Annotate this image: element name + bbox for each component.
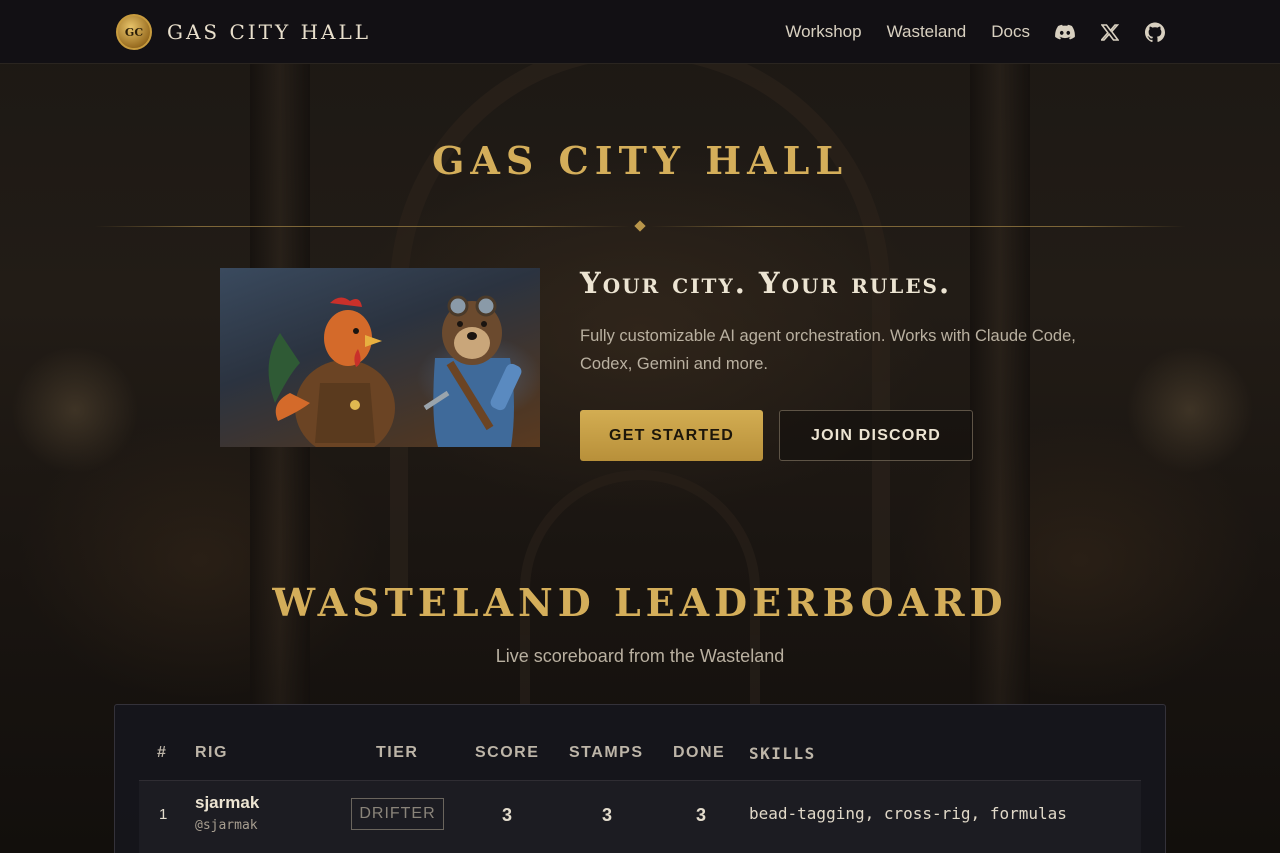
column-header-rig[interactable]: RIG <box>195 744 228 762</box>
hero-title: GAS CITY HALL <box>431 138 849 183</box>
hero-illustration <box>220 268 540 447</box>
row-skills: bead-tagging, cross-rig, formulas <box>749 804 1067 823</box>
column-header-done[interactable]: DONE <box>673 744 725 762</box>
github-icon[interactable] <box>1145 22 1165 42</box>
rooster-character-icon <box>268 297 395 447</box>
divider-line-right <box>650 226 1185 227</box>
leaderboard-title: WASTELAND LEADERBOARD <box>272 580 1008 625</box>
hero-description: Fully customizable AI agent orchestratio… <box>580 327 1076 373</box>
x-icon[interactable] <box>1100 22 1120 42</box>
brand-name: GAS CITY HALL <box>167 20 372 44</box>
nav-links: Workshop Wasteland Docs <box>760 0 1165 64</box>
column-header-score[interactable]: SCORE <box>475 744 539 762</box>
row-done: 3 <box>695 805 706 825</box>
divider-line-left <box>95 226 630 227</box>
column-header-tier[interactable]: TIER <box>376 744 418 762</box>
row-rank: 1 <box>159 806 168 823</box>
badger-character-icon <box>423 295 522 447</box>
top-nav: GC GAS CITY HALL Workshop Wasteland Docs <box>0 0 1280 64</box>
column-header-rank[interactable]: # <box>157 744 167 762</box>
column-header-stamps[interactable]: STAMPS <box>569 744 643 762</box>
rig-name-link[interactable]: sjarmak <box>195 793 259 813</box>
get-started-button[interactable]: GET STARTED <box>580 410 763 461</box>
nav-link-docs[interactable]: Docs <box>991 22 1030 42</box>
rig-handle: @sjarmak <box>195 818 258 833</box>
tier-badge: DRIFTER <box>351 798 444 830</box>
brand[interactable]: GC GAS CITY HALL <box>116 14 371 50</box>
join-discord-button[interactable]: JOIN DISCORD <box>779 410 973 461</box>
gc-logo-icon: GC <box>116 14 152 50</box>
row-score: 3 <box>501 805 512 825</box>
column-header-skills[interactable]: SKILLS <box>749 744 816 763</box>
leaderboard-subtitle: Live scoreboard from the Wasteland <box>495 646 785 666</box>
row-stamps: 3 <box>601 805 612 825</box>
discord-icon[interactable] <box>1055 22 1075 42</box>
hero-tagline: Your city. Your rules. <box>580 266 952 300</box>
nav-link-workshop[interactable]: Workshop <box>785 22 861 42</box>
nav-link-wasteland[interactable]: Wasteland <box>887 22 967 42</box>
